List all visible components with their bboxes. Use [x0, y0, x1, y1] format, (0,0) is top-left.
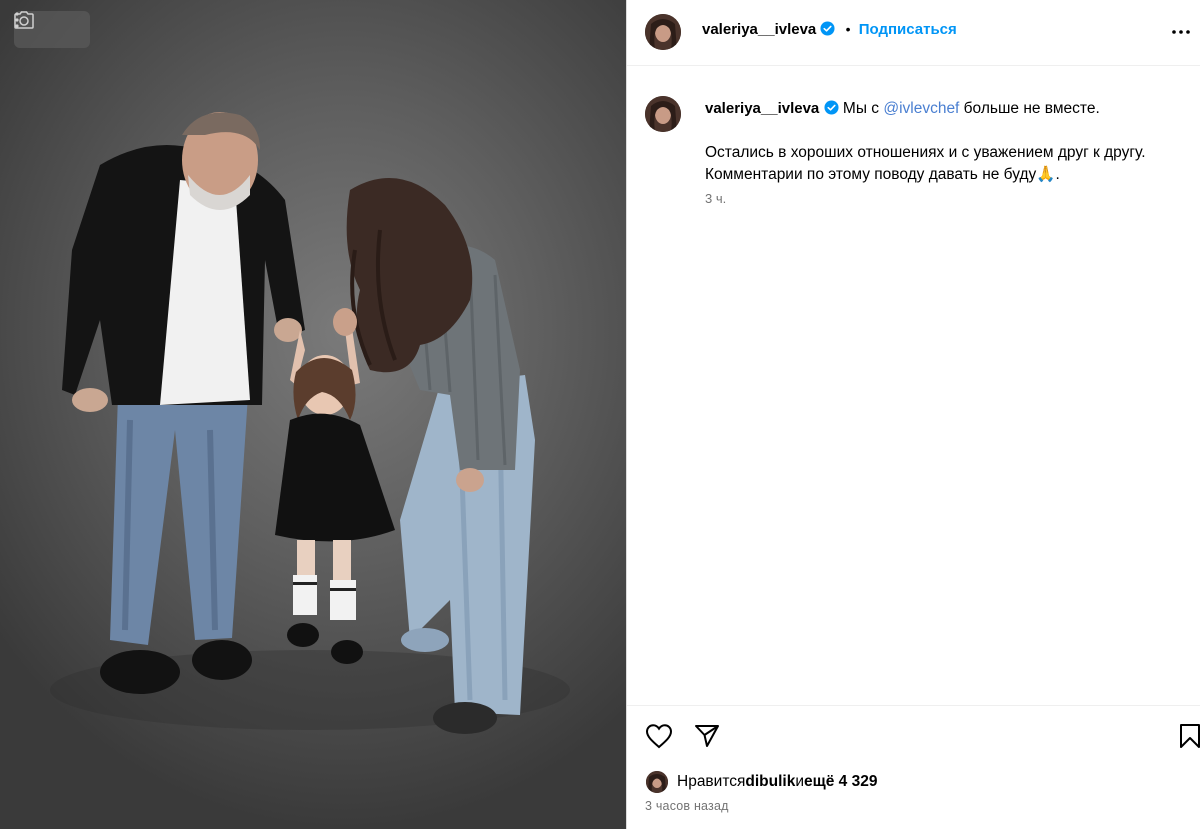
- caption-line2: Остались в хороших отношениях и с уважен…: [705, 144, 1146, 161]
- verified-badge-icon: [824, 100, 839, 115]
- post-sidebar: valeriya__ivleva • Подписаться valeriya_…: [626, 0, 1200, 829]
- verified-badge-icon: [820, 21, 835, 36]
- post-timestamp[interactable]: 3 часов назад: [645, 799, 729, 813]
- header-user-line: valeriya__ivleva • Подписаться: [702, 21, 957, 38]
- caption-line3: Комментарии по этому поводу давать не бу…: [705, 166, 1060, 183]
- post-actions: Нравится dibulik и ещё 4 329 3 часов наз…: [627, 705, 1200, 829]
- more-icon[interactable]: [1167, 18, 1195, 46]
- photo-toolbar: [14, 11, 90, 48]
- camera-icon[interactable]: [14, 11, 48, 45]
- caption-username[interactable]: valeriya__ivleva: [705, 100, 819, 117]
- post-photo[interactable]: [0, 0, 626, 829]
- likes-prefix: Нравится: [677, 773, 746, 790]
- caption-timestamp[interactable]: 3 ч.: [705, 191, 726, 206]
- bookmark-icon[interactable]: [1174, 720, 1200, 752]
- caption-text: valeriya__ivleva Мы с @ivlevchef больше …: [705, 98, 1185, 186]
- photo-illustration: [50, 112, 570, 734]
- liker-avatar: [645, 770, 669, 794]
- caption-avatar[interactable]: [645, 96, 681, 132]
- header-username[interactable]: valeriya__ivleva: [702, 21, 816, 38]
- likes-middle: и: [795, 773, 805, 790]
- heart-icon[interactable]: [643, 720, 675, 752]
- separator-dot: •: [845, 21, 851, 37]
- likes-count[interactable]: ещё 4 329: [804, 773, 877, 791]
- liker-username[interactable]: dibulik: [745, 773, 795, 791]
- caption-mention-link[interactable]: @ivlevchef: [883, 100, 959, 117]
- kebab-icon[interactable]: [15, 12, 86, 45]
- post-header: valeriya__ivleva • Подписаться: [627, 0, 1200, 66]
- likes-summary[interactable]: Нравится dibulik и ещё 4 329: [645, 770, 877, 794]
- send-icon[interactable]: [691, 720, 723, 752]
- caption-line1-suffix: больше не вместе.: [959, 100, 1100, 117]
- avatar[interactable]: [645, 14, 681, 50]
- follow-button[interactable]: Подписаться: [859, 21, 957, 38]
- caption-line1-prefix: Мы с: [842, 100, 884, 117]
